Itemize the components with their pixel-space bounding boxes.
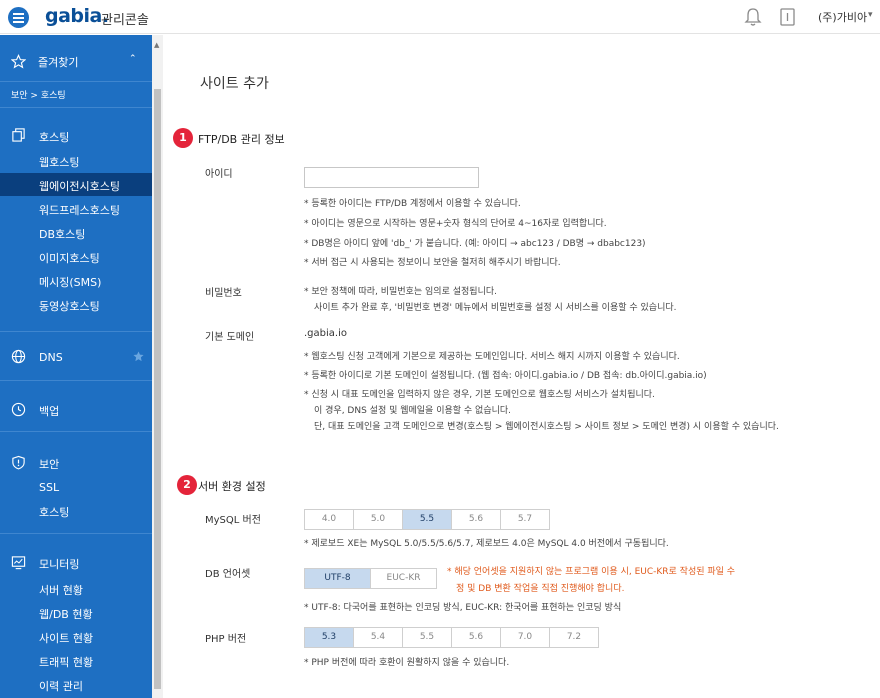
sidebar-favorites[interactable]: 즐겨찾기 xyxy=(38,54,78,70)
sidebar-group-monitoring[interactable]: 모니터링 xyxy=(39,556,79,572)
section-title-server-env: 서버 환경 설정 xyxy=(198,480,266,493)
star-icon xyxy=(11,54,26,69)
divider xyxy=(0,107,152,108)
sidebar-group-backup[interactable]: 백업 xyxy=(39,403,59,419)
php-option-5-3[interactable]: 5.3 xyxy=(304,627,354,648)
chevron-down-icon[interactable]: ▾ xyxy=(868,10,873,20)
sidebar-group-dns[interactable]: DNS xyxy=(39,351,63,364)
db-charset-label: DB 언어셋 xyxy=(205,569,251,580)
charset-option-utf8[interactable]: UTF-8 xyxy=(304,568,371,589)
sidebar-item-ssl[interactable]: SSL xyxy=(39,481,59,494)
sidebar-item-db-hosting[interactable]: DB호스팅 xyxy=(39,226,85,242)
bell-icon[interactable] xyxy=(744,7,762,27)
scrollbar-thumb[interactable] xyxy=(154,89,161,689)
gabia-logo[interactable]: gabia. xyxy=(45,5,109,27)
divider xyxy=(0,533,152,534)
php-option-7-2[interactable]: 7.2 xyxy=(549,627,599,648)
charset-warning: 정 및 DB 변환 작업을 직접 진행해야 합니다. xyxy=(456,584,625,594)
shield-icon xyxy=(12,455,25,470)
sidebar-item-server-status[interactable]: 서버 현황 xyxy=(39,582,83,598)
mysql-option-5-5[interactable]: 5.5 xyxy=(402,509,452,530)
sidebar-item-traffic-status[interactable]: 트래픽 현황 xyxy=(39,654,93,670)
mysql-option-5-6[interactable]: 5.6 xyxy=(451,509,501,530)
sidebar-group-security[interactable]: 보안 xyxy=(39,456,59,472)
id-note: * DB명은 아이디 앞에 'db_' 가 붙습니다. (예: 아이디 → ab… xyxy=(304,239,646,249)
copy-icon xyxy=(12,128,25,142)
top-bar: gabia. 관리콘솔 (주)가비아 ▾ xyxy=(0,0,880,34)
php-option-5-4[interactable]: 5.4 xyxy=(353,627,403,648)
mysql-version-label: MySQL 버전 xyxy=(205,515,261,526)
password-note: 사이트 추가 완료 후, '비밀번호 변경' 메뉴에서 비밀번호를 설정 시 서… xyxy=(314,303,677,313)
db-charset-selector: UTF-8 EUC-KR xyxy=(304,568,437,589)
id-note: * 등록한 아이디는 FTP/DB 계정에서 이용할 수 있습니다. xyxy=(304,199,521,209)
sidebar: 즐겨찾기 ⌃ 보안 > 호스팅 호스팅 웹호스팅 웹에이전시호스팅 워드프레스호… xyxy=(0,35,152,698)
mysql-option-4-0[interactable]: 4.0 xyxy=(304,509,354,530)
section-number-badge: 1 xyxy=(173,128,193,148)
php-option-5-6[interactable]: 5.6 xyxy=(451,627,501,648)
domain-note: 단, 대표 도메인을 고객 도메인으로 변경(호스팅 > 웹에이전시호스팅 > … xyxy=(314,422,779,432)
section-title-ftp-db: FTP/DB 관리 정보 xyxy=(198,133,285,146)
chevron-up-icon[interactable]: ⌃ xyxy=(129,54,137,64)
hamburger-menu-icon[interactable] xyxy=(8,7,29,28)
divider xyxy=(0,81,152,82)
breadcrumb: 보안 > 호스팅 xyxy=(11,91,66,101)
php-version-label: PHP 버전 xyxy=(205,634,247,645)
php-note: * PHP 버전에 따라 호환이 원활하지 않을 수 있습니다. xyxy=(304,658,510,668)
clock-icon xyxy=(11,402,26,417)
password-note: * 보안 정책에 따라, 비밀번호는 임의로 설정됩니다. xyxy=(304,287,497,297)
section-number-badge: 2 xyxy=(177,475,197,495)
charset-note: * UTF-8: 다국어를 표현하는 인코딩 방식, EUC-KR: 한국어를 … xyxy=(304,603,622,613)
id-label: 아이디 xyxy=(205,169,233,180)
id-note: * 서버 접근 시 사용되는 정보이니 보안을 철저히 해주시기 바랍니다. xyxy=(304,258,561,268)
domain-note: * 웹호스팅 신청 고객에게 기본으로 제공하는 도메인입니다. 서비스 해지 … xyxy=(304,352,680,362)
sidebar-scrollbar[interactable]: ▲ xyxy=(152,35,163,698)
mysql-note: * 제로보드 XE는 MySQL 5.0/5.5/5.6/5.7, 제로보드 4… xyxy=(304,539,669,549)
divider xyxy=(0,431,152,432)
domain-note: * 등록한 아이디로 기본 도메인이 설정됩니다. (웹 접속: 아이디.gab… xyxy=(304,371,707,381)
divider xyxy=(0,380,152,381)
php-option-5-5[interactable]: 5.5 xyxy=(402,627,452,648)
main-content: 사이트 추가 1 FTP/DB 관리 정보 아이디 * 등록한 아이디는 FTP… xyxy=(163,35,880,698)
id-note: * 아이디는 영문으로 시작하는 영문+숫자 형식의 단어로 4~16자로 입력… xyxy=(304,219,607,229)
default-domain-label: 기본 도메인 xyxy=(205,332,255,343)
mysql-option-5-7[interactable]: 5.7 xyxy=(500,509,550,530)
user-menu[interactable]: (주)가비아 xyxy=(818,9,867,25)
id-input[interactable] xyxy=(304,167,479,188)
charset-option-euckr[interactable]: EUC-KR xyxy=(370,568,437,589)
password-label: 비밀번호 xyxy=(205,288,242,299)
sidebar-group-hosting[interactable]: 호스팅 xyxy=(39,129,69,145)
sidebar-item-image-hosting[interactable]: 이미지호스팅 xyxy=(39,250,100,266)
php-option-7-0[interactable]: 7.0 xyxy=(500,627,550,648)
sidebar-item-web-hosting[interactable]: 웹호스팅 xyxy=(39,154,79,170)
console-title: 관리콘솔 xyxy=(101,13,149,28)
default-domain-value: .gabia.io xyxy=(304,328,347,339)
sidebar-item-security-hosting[interactable]: 호스팅 xyxy=(39,504,69,520)
sidebar-item-sms[interactable]: 메시징(SMS) xyxy=(39,274,101,290)
divider xyxy=(0,331,152,332)
domain-note: * 신청 시 대표 도메인을 입력하지 않은 경우, 기본 도메인으로 웹호스팅… xyxy=(304,390,655,400)
sidebar-item-web-agency-hosting[interactable]: 웹에이전시호스팅 xyxy=(39,178,120,194)
domain-note: 이 경우, DNS 설정 및 웹메일을 이용할 수 없습니다. xyxy=(314,406,512,416)
sidebar-item-video-hosting[interactable]: 동영상호스팅 xyxy=(39,298,100,314)
monitor-chart-icon xyxy=(11,556,26,570)
sidebar-item-history[interactable]: 이력 관리 xyxy=(39,678,83,694)
sidebar-item-site-status[interactable]: 사이트 현황 xyxy=(39,630,93,646)
mysql-version-selector: 4.0 5.0 5.5 5.6 5.7 xyxy=(304,509,550,530)
charset-warning: * 해당 언어셋을 지원하지 않는 프로그램 이용 시, EUC-KR로 작성된… xyxy=(447,567,736,577)
sidebar-item-wordpress-hosting[interactable]: 워드프레스호스팅 xyxy=(39,202,120,218)
document-icon[interactable] xyxy=(780,8,795,26)
scroll-up-arrow-icon[interactable]: ▲ xyxy=(154,41,159,49)
php-version-selector: 5.3 5.4 5.5 5.6 7.0 7.2 xyxy=(304,627,599,648)
mysql-option-5-0[interactable]: 5.0 xyxy=(353,509,403,530)
globe-icon xyxy=(11,349,26,364)
sidebar-item-webdb-status[interactable]: 웹/DB 현황 xyxy=(39,606,93,622)
page-title: 사이트 추가 xyxy=(200,76,269,92)
pin-icon[interactable] xyxy=(133,351,144,362)
